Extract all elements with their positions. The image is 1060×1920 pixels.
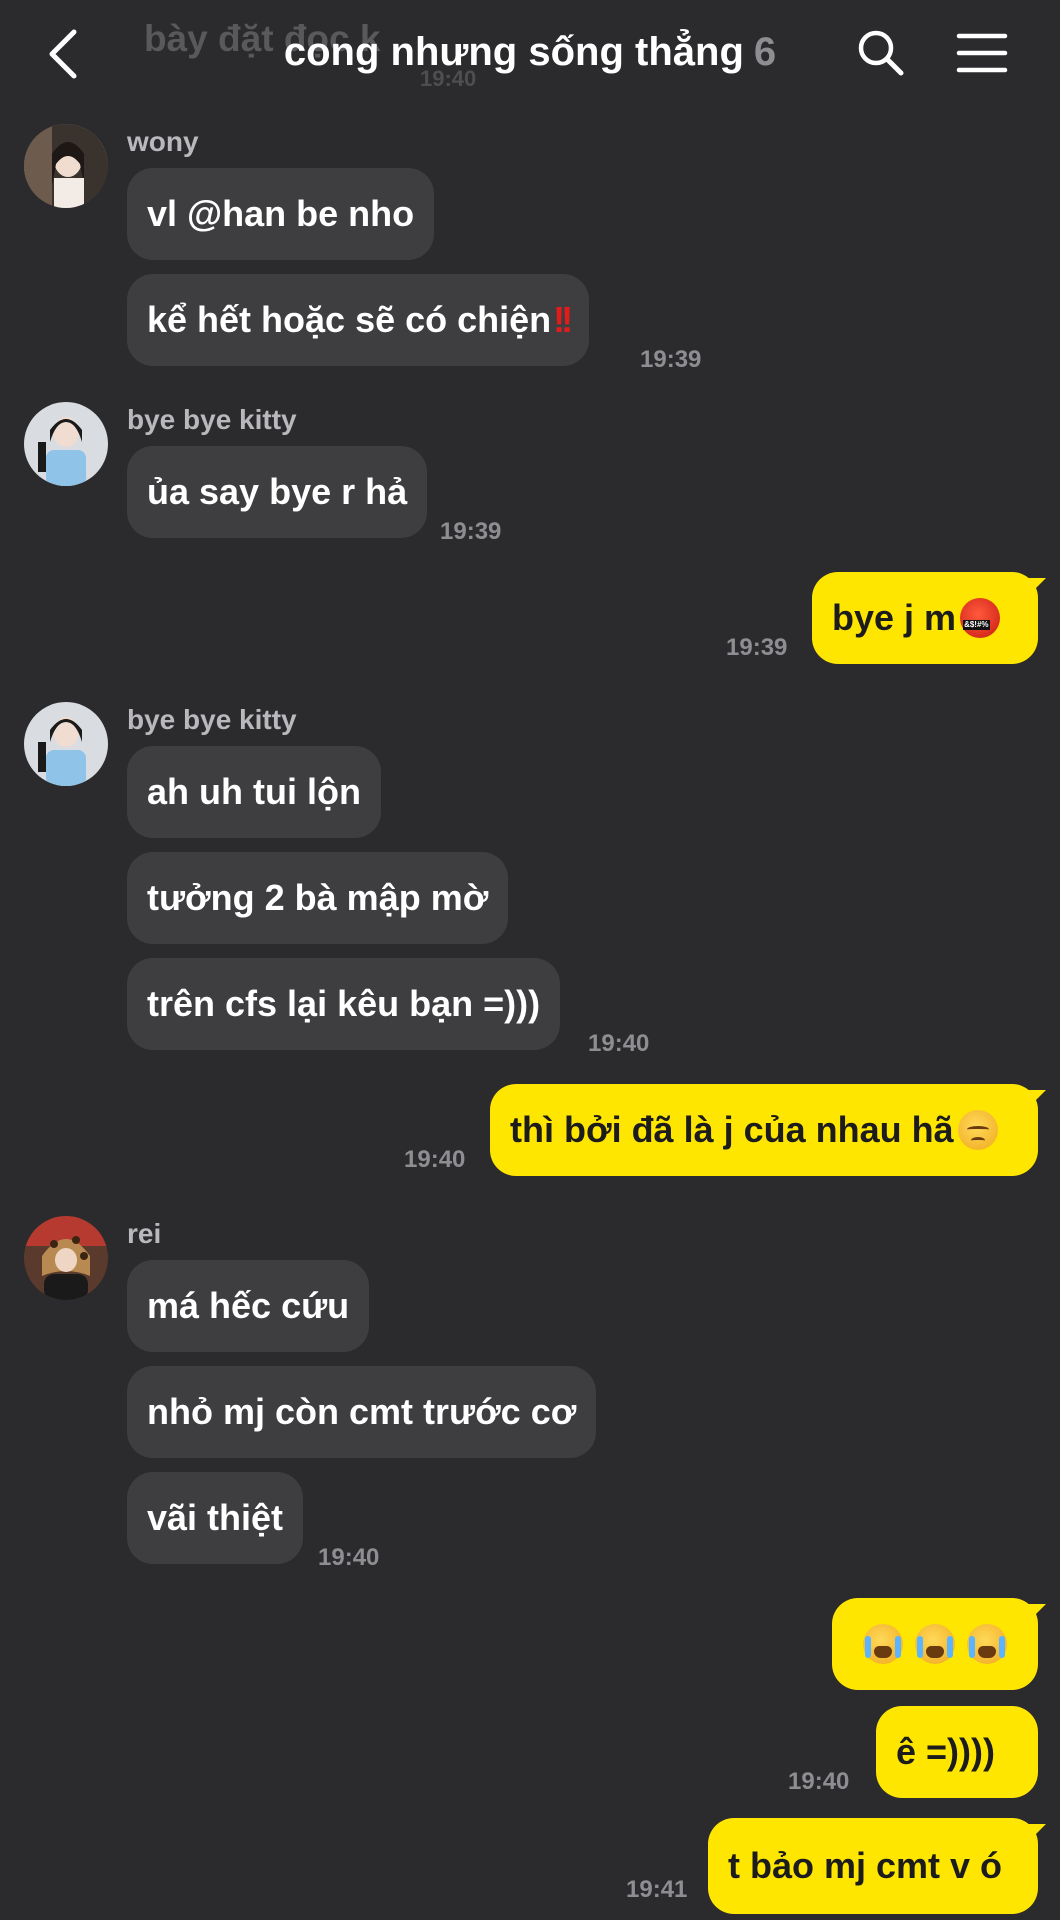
avatar-rei-image	[24, 1216, 108, 1300]
loudly-crying-face-emoji	[863, 1624, 903, 1664]
member-count: 6	[753, 30, 777, 74]
angry-cursing-face-emoji	[960, 598, 1001, 638]
avatar-wony-image	[24, 124, 108, 208]
message-bubble-outgoing[interactable]: ê =))))	[876, 1706, 1038, 1798]
chevron-left-icon	[49, 29, 77, 79]
message-bubble[interactable]: trên cfs lại kêu bạn =)))	[127, 958, 561, 1050]
message-time: 19:40	[318, 1544, 380, 1571]
loudly-crying-face-emoji	[915, 1624, 955, 1664]
message-text: bye j m	[832, 597, 957, 638]
message-bubble[interactable]: nhỏ mj còn cmt trước cơ	[127, 1366, 597, 1458]
message-time: 19:41	[626, 1876, 688, 1903]
message-time: 19:39	[640, 346, 702, 373]
message-time: 19:39	[440, 518, 502, 545]
message-bubble[interactable]: ủa say bye r hả	[127, 446, 428, 538]
loudly-crying-face-emoji	[967, 1624, 1007, 1664]
message-bubble-outgoing[interactable]	[832, 1598, 1046, 1690]
message-text: thì bởi đã là j của nhau hã	[510, 1109, 954, 1150]
avatar-bye-bye-kitty[interactable]	[24, 702, 108, 786]
hamburger-menu-icon	[956, 33, 1008, 73]
search-button[interactable]	[856, 28, 906, 78]
chat-title-text: cong nhưng sống thẳng	[283, 30, 744, 74]
message-bubble-outgoing[interactable]: thì bởi đã là j của nhau hã	[490, 1084, 1046, 1176]
message-bubble[interactable]: kể hết hoặc sẽ có chiện!!	[127, 274, 590, 366]
message-bubble-outgoing[interactable]: bye j m	[812, 572, 1046, 664]
message-bubble[interactable]: vãi thiệt	[127, 1472, 304, 1564]
chat-title: cong nhưng sống thẳng 6	[200, 30, 860, 82]
avatar-rei[interactable]	[24, 1216, 108, 1300]
avatar-bye-bye-kitty[interactable]	[24, 402, 108, 486]
pensive-face-emoji	[957, 1110, 998, 1150]
menu-button[interactable]	[956, 32, 1008, 74]
double-exclamation-emoji: !!	[553, 299, 573, 340]
message-time: 19:40	[588, 1030, 650, 1057]
sender-name: wony	[127, 126, 199, 157]
sender-name: bye bye kitty	[127, 404, 297, 435]
message-bubble[interactable]: vl @han be nho	[127, 168, 435, 260]
message-bubble[interactable]: tưởng 2 bà mập mờ	[127, 852, 509, 944]
message-time: 19:40	[404, 1146, 466, 1173]
avatar-bye-bye-kitty-image	[24, 702, 108, 786]
message-bubble-outgoing[interactable]: t bảo mj cmt v ó	[708, 1818, 1046, 1914]
sender-name: rei	[127, 1218, 162, 1249]
avatar-wony[interactable]	[24, 124, 108, 208]
message-time: 19:40	[788, 1768, 850, 1795]
avatar-bye-bye-kitty-image	[24, 402, 108, 486]
back-button[interactable]	[44, 26, 84, 82]
message-bubble[interactable]: má hếc cứu	[127, 1260, 370, 1352]
message-text: kể hết hoặc sẽ có chiện	[147, 299, 552, 340]
search-icon	[858, 30, 904, 76]
sender-name: bye bye kitty	[127, 704, 297, 735]
message-time: 19:39	[726, 634, 788, 661]
message-bubble[interactable]: ah uh tui lộn	[127, 746, 381, 838]
